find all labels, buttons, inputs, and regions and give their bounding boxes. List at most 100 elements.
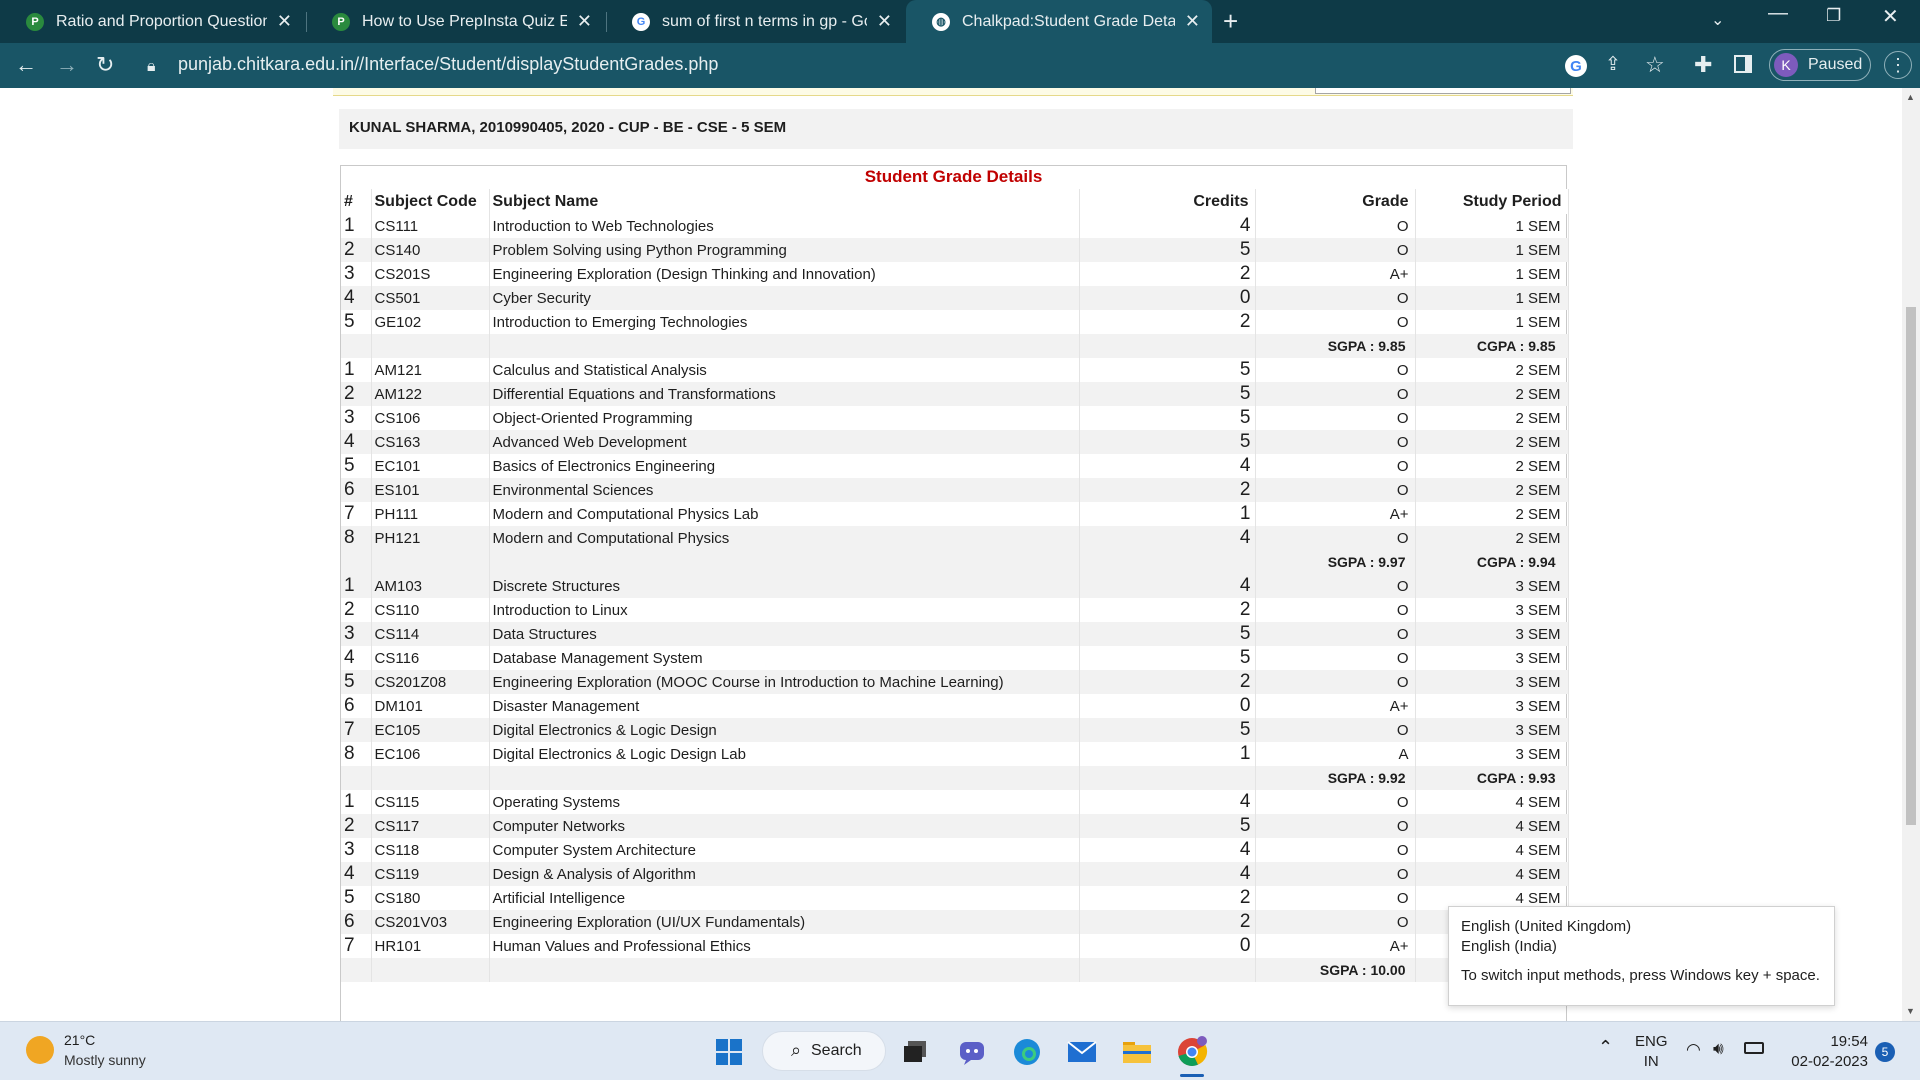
browser-toolbar: ← → ↻ 🔒︎ punjab.chitkara.edu.in//Interfa…: [0, 43, 1920, 88]
credits: 5: [1079, 430, 1256, 454]
profile-status: Paused: [1808, 56, 1863, 73]
restore-icon[interactable]: ❐: [1826, 6, 1841, 26]
row-number: 6: [341, 694, 372, 718]
table-row: 8 EC106 Digital Electronics & Logic Design…: [341, 742, 1569, 766]
empty-cell: [489, 958, 1080, 982]
table-row: 7 EC105 Digital Electronics & Logic Design…: [341, 718, 1569, 742]
share-icon[interactable]: ⇪: [1605, 53, 1621, 77]
forward-arrow-icon[interactable]: →: [56, 53, 78, 77]
row-number: 4: [341, 430, 372, 454]
row-number: 5: [341, 310, 372, 334]
table-row: 6 ES101 Environmental Sciences 2 O 2 SEM: [341, 478, 1569, 502]
subject-code: CS115: [371, 790, 490, 814]
grade: O: [1255, 406, 1416, 430]
battery-icon[interactable]: [1744, 1042, 1764, 1054]
credits: 2: [1079, 910, 1256, 934]
tab-chalkpad-active[interactable]: ◍ Chalkpad:Student Grade Details ✕: [906, 0, 1212, 43]
weather-temperature[interactable]: 21°C: [64, 1032, 95, 1048]
row-number: 5: [341, 670, 372, 694]
study-period: 3 SEM: [1415, 646, 1569, 670]
credits: 2: [1079, 310, 1256, 334]
close-tab-icon[interactable]: ✕: [877, 11, 892, 32]
subject-code: PH121: [371, 526, 490, 550]
col-header-number: #: [341, 189, 372, 214]
grade: O: [1255, 478, 1416, 502]
subject-code: CS140: [371, 238, 490, 262]
extensions-puzzle-icon[interactable]: ✚: [1694, 53, 1712, 77]
close-window-icon[interactable]: ✕: [1882, 4, 1899, 29]
grade: A: [1255, 742, 1416, 766]
row-number: 6: [341, 478, 372, 502]
close-tab-icon[interactable]: ✕: [1185, 11, 1200, 32]
address-bar[interactable]: punjab.chitkara.edu.in//Interface/Studen…: [178, 54, 718, 75]
edge-browser-icon[interactable]: [1010, 1035, 1044, 1069]
language-option-india[interactable]: English (India): [1461, 937, 1822, 957]
teams-chat-icon[interactable]: [955, 1035, 989, 1069]
credits: 2: [1079, 670, 1256, 694]
sgpa-value: SGPA : 9.92: [1255, 766, 1416, 790]
weather-description[interactable]: Mostly sunny: [64, 1052, 146, 1068]
side-panel-icon[interactable]: [1734, 55, 1752, 73]
row-number: 5: [341, 886, 372, 910]
reload-icon[interactable]: ↻: [96, 53, 114, 77]
scroll-up-arrow-icon[interactable]: ▲: [1906, 92, 1915, 102]
grade: O: [1255, 454, 1416, 478]
subject-name: Introduction to Web Technologies: [489, 214, 1080, 238]
task-view-icon[interactable]: [898, 1035, 932, 1069]
grade: O: [1255, 670, 1416, 694]
google-lens-icon[interactable]: G: [1565, 55, 1587, 77]
credits: 4: [1079, 214, 1256, 238]
bookmark-star-icon[interactable]: ☆: [1645, 53, 1665, 77]
profile-button[interactable]: K Paused: [1769, 49, 1871, 81]
close-tab-icon[interactable]: ✕: [577, 11, 592, 32]
volume-icon[interactable]: 🔊︎: [1713, 1039, 1724, 1059]
tab-prepinsta-ratio[interactable]: P Ratio and Proportion Question an ✕: [0, 0, 304, 43]
subject-name: Computer System Architecture: [489, 838, 1080, 862]
tab-search-chevron-icon[interactable]: ⌄: [1711, 10, 1724, 30]
empty-cell: [1079, 958, 1256, 982]
taskbar-search[interactable]: ⌕ Search: [762, 1031, 886, 1071]
table-row: 6 CS201V03 Engineering Exploration (UI/UX …: [341, 910, 1569, 934]
subject-code: CS201V03: [371, 910, 490, 934]
start-windows-icon[interactable]: [712, 1035, 746, 1069]
tray-chevron-up-icon[interactable]: ⌃: [1598, 1037, 1613, 1057]
row-number: 8: [341, 526, 372, 550]
back-arrow-icon[interactable]: ←: [15, 53, 37, 77]
lock-icon[interactable]: 🔒︎: [147, 55, 156, 79]
mail-icon[interactable]: [1065, 1035, 1099, 1069]
page-scrollbar[interactable]: ▲ ▼: [1902, 88, 1920, 1021]
scrollbar-thumb[interactable]: [1906, 307, 1916, 825]
close-tab-icon[interactable]: ✕: [277, 11, 292, 32]
row-number: 3: [341, 262, 372, 286]
clock[interactable]: 19:54 02-02-2023: [1780, 1032, 1868, 1072]
subject-name: Computer Networks: [489, 814, 1080, 838]
wifi-icon[interactable]: ◠: [1686, 1040, 1701, 1060]
notification-badge[interactable]: 5: [1875, 1042, 1895, 1062]
sgpa-value: SGPA : 9.97: [1255, 550, 1416, 574]
subject-code: AM121: [371, 358, 490, 382]
scroll-down-arrow-icon[interactable]: ▼: [1906, 1006, 1915, 1016]
empty-cell: [371, 334, 490, 358]
grade: O: [1255, 598, 1416, 622]
semester-summary-row: SGPA : 9.85 CGPA : 9.85: [341, 334, 1569, 358]
language-indicator[interactable]: ENG IN: [1635, 1032, 1668, 1072]
subject-code: EC106: [371, 742, 490, 766]
menu-kebab-icon[interactable]: ⋮: [1884, 51, 1912, 79]
new-tab-plus-icon[interactable]: +: [1223, 6, 1238, 37]
subject-name: Discrete Structures: [489, 574, 1080, 598]
page-search-box[interactable]: [1315, 88, 1571, 94]
study-period: 1 SEM: [1415, 262, 1569, 286]
subject-code: ES101: [371, 478, 490, 502]
subject-name: Design & Analysis of Algorithm: [489, 862, 1080, 886]
minimize-icon[interactable]: —: [1768, 2, 1788, 25]
tab-prepinsta-quiz[interactable]: P How to Use PrepInsta Quiz Effect ✕: [306, 0, 604, 43]
row-number: 2: [341, 598, 372, 622]
language-option-uk[interactable]: English (United Kingdom): [1461, 917, 1822, 937]
subject-name: Environmental Sciences: [489, 478, 1080, 502]
weather-sun-icon[interactable]: [26, 1036, 54, 1064]
subject-name: Disaster Management: [489, 694, 1080, 718]
chrome-icon[interactable]: [1175, 1035, 1209, 1069]
tab-google-search[interactable]: G sum of first n terms in gp - Goog ✕: [606, 0, 904, 43]
table-row: 6 DM101 Disaster Management 0 A+ 3 SEM: [341, 694, 1569, 718]
file-explorer-folder-icon[interactable]: [1120, 1035, 1154, 1069]
